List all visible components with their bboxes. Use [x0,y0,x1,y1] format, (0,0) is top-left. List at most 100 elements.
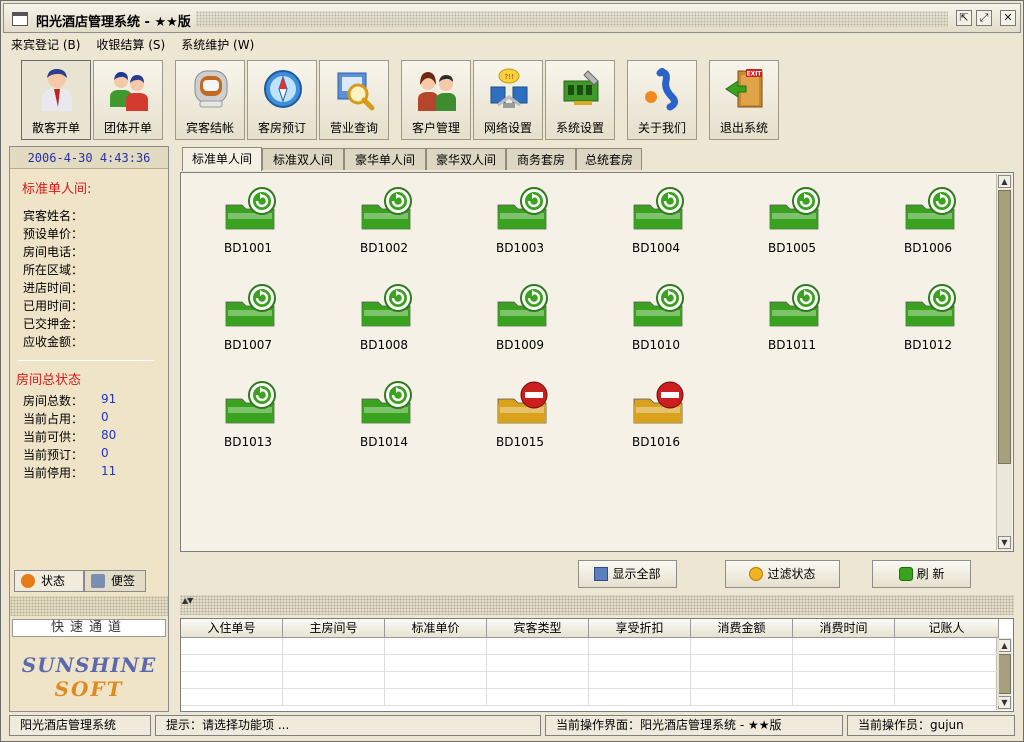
toolbar-label: 散客开单 [31,121,80,135]
restore-icon[interactable]: ⇱ [956,10,972,26]
scroll-thumb[interactable] [998,654,1011,694]
room-tile[interactable]: BD1007 [203,276,293,352]
room-tile[interactable]: BD1002 [339,179,429,255]
collapse-icon[interactable]: ▲▼ [182,596,193,605]
room-grid-scrollbar[interactable]: ▲ ▼ [996,174,1012,550]
table-cell [895,655,999,672]
room-tile[interactable]: BD1012 [883,276,973,352]
tab-business-suite[interactable]: 商务套房 [506,148,576,170]
maximize-icon[interactable]: ⤢ [976,10,992,26]
guest-icon [42,69,72,111]
tab-deluxe-double[interactable]: 豪华双人间 [426,148,506,170]
field-amount-due: 应收金额： [23,335,84,349]
notes-icon [91,574,105,588]
room-tile[interactable]: BD1009 [475,276,565,352]
title-grip[interactable] [196,11,948,27]
app-icon [12,12,28,26]
column-header[interactable]: 享受折扣 [589,619,691,638]
stat-total: 房间总数： 91 [23,392,163,409]
show-all-button[interactable]: 显示全部 [578,560,677,588]
tab-notes[interactable]: 便签 [84,570,146,592]
room-number: BD1008 [359,338,408,352]
tab-deluxe-single[interactable]: 豪华单人间 [344,148,426,170]
table-row[interactable] [181,638,999,655]
room-number: BD1010 [631,338,680,352]
room-tile[interactable]: BD1014 [339,373,429,449]
table-cell [181,672,283,689]
tab-standard-double[interactable]: 标准双人间 [262,148,344,170]
tab-presidential-suite[interactable]: 总统套房 [576,148,642,170]
close-icon[interactable]: ✕ [1000,10,1016,26]
window-title: 阳光酒店管理系统 - ★★版 [36,15,191,30]
room-tile[interactable]: BD1010 [611,276,701,352]
exit-system-button[interactable]: EXIT 退出系统 [709,60,779,140]
room-booking-button[interactable]: 客房预订 [247,60,317,140]
business-query-button[interactable]: 营业查询 [319,60,389,140]
panel-splitter[interactable]: ▲▼ [180,595,1014,615]
toolbar-label: 宾客结帐 [185,121,234,135]
field-area: 所在区域： [23,263,84,277]
tab-standard-single[interactable]: 标准单人间 [182,147,262,171]
column-header[interactable]: 消费时间 [793,619,895,638]
room-tile[interactable]: BD1001 [203,179,293,255]
table-row[interactable] [181,655,999,672]
guest-checkin-button[interactable]: 散客开单 [21,60,91,140]
scroll-up-icon[interactable]: ▲ [998,639,1011,652]
room-available-icon [769,284,820,327]
status-icon [21,574,35,588]
scroll-up-icon[interactable]: ▲ [998,175,1011,188]
filter-status-button[interactable]: 过滤状态 [725,560,840,588]
customer-management-button[interactable]: 客户管理 [401,60,471,140]
table-row[interactable] [181,672,999,689]
room-tile[interactable]: BD1006 [883,179,973,255]
menu-maintenance[interactable]: 系统维护 (W) [179,36,256,54]
action-bar: 显示全部 过滤状态 刷 新 [180,554,1014,592]
refresh-button[interactable]: 刷 新 [872,560,971,588]
room-available-icon [361,187,412,230]
system-settings-button[interactable]: 系统设置 [545,60,615,140]
column-header[interactable]: 标准单价 [385,619,487,638]
room-tile[interactable]: BD1004 [611,179,701,255]
table-cell [589,672,691,689]
room-status-title: 房间总状态 [16,373,82,388]
room-tile[interactable]: BD1013 [203,373,293,449]
column-header[interactable]: 记账人 [895,619,999,638]
tab-status[interactable]: 状态 [14,570,84,592]
room-tile[interactable]: BD1016 [611,373,701,449]
table-row[interactable] [181,689,999,706]
about-us-button[interactable]: 关于我们 [627,60,697,140]
menu-cashier[interactable]: 收银结算 (S) [94,36,167,54]
column-header[interactable]: 宾客类型 [487,619,589,638]
stat-label: 房间总数： [23,394,84,408]
group-checkin-button[interactable]: 团体开单 [93,60,163,140]
toolbar-label: 团体开单 [103,121,152,135]
room-tile[interactable]: BD1003 [475,179,565,255]
room-available-icon [497,284,548,327]
room-tile[interactable]: BD1008 [339,276,429,352]
table-cell [283,689,385,706]
settings-icon [563,70,599,105]
table-cell [691,655,793,672]
panel-grip[interactable] [10,596,168,616]
room-tile[interactable]: BD1011 [747,276,837,352]
stat-value: 91 [101,392,117,406]
scroll-down-icon[interactable]: ▼ [998,536,1011,549]
stat-label: 当前可供： [23,430,84,444]
stat-reserved: 当前预订： 0 [23,446,163,463]
guest-checkout-button[interactable]: 宾客结帐 [175,60,245,140]
column-header[interactable]: 入住单号 [181,619,283,638]
column-header[interactable]: 主房间号 [283,619,385,638]
stat-disabled: 当前停用： 11 [23,464,163,481]
column-header[interactable]: 消费金额 [691,619,793,638]
room-tile[interactable]: BD1005 [747,179,837,255]
stat-label: 当前停用： [23,466,84,480]
customer-icon [418,72,456,111]
scroll-down-icon[interactable]: ▼ [998,696,1011,709]
network-settings-button[interactable]: ?!! 网络设置 [473,60,543,140]
room-tile[interactable]: BD1015 [475,373,565,449]
table-cell [487,655,589,672]
status-app-name: 阳光酒店管理系统 [9,715,151,736]
scroll-thumb[interactable] [998,190,1011,464]
menu-checkin[interactable]: 来宾登记 (B) [9,36,82,54]
room-disabled-icon [633,381,684,424]
